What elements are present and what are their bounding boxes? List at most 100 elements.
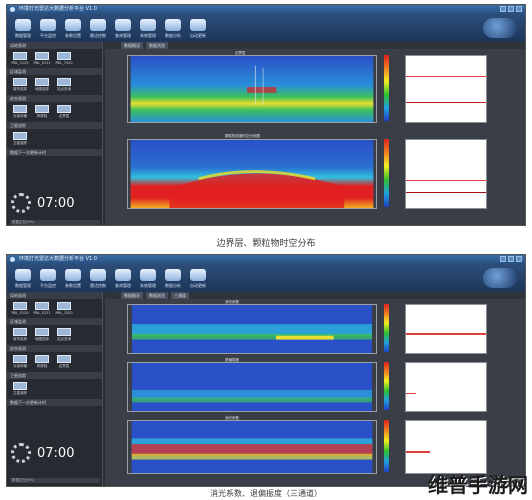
heatmap-extinction — [127, 304, 377, 354]
satellite-icon — [13, 132, 27, 140]
toolbar-radar-button[interactable]: 雷达控制 — [88, 267, 108, 292]
boundary-layer-button[interactable]: 边界层 — [55, 105, 73, 119]
pbl-5231-button[interactable]: PBL_5231 — [33, 302, 51, 315]
profile-plot — [405, 304, 487, 354]
section-title: 卫星追踪 — [7, 122, 102, 129]
tab-overview[interactable]: 数据概况 — [121, 42, 143, 49]
tab-overview[interactable]: 数据概况 — [121, 292, 143, 299]
toolbar-system-button[interactable]: 系统管理 — [138, 267, 158, 292]
app-window-bottom: 环境灯光雷达大数据分析平台 V1.0 数据管理 平台监控 参数设置 雷达控制 查… — [6, 254, 526, 487]
document-icon — [165, 19, 181, 31]
grid-icon — [190, 19, 206, 31]
gauge-icon — [140, 19, 156, 31]
profile-plot — [405, 420, 487, 474]
toolbar-settings-button[interactable]: 参数设置 — [63, 17, 83, 42]
heatmap-depolarization — [127, 362, 377, 412]
toolbar-update-button[interactable]: 自动更新 — [188, 267, 208, 292]
app-window-top: 环境灯光雷达大数据分析平台 V1.0 数据管理 平台监控 参数设置 雷达控制 查… — [6, 4, 526, 226]
map-select-button[interactable]: 地图选择 — [33, 78, 51, 92]
toolbar-settings-button[interactable]: 参数设置 — [63, 267, 83, 292]
map-icon — [35, 328, 49, 336]
minimize-button[interactable] — [500, 6, 506, 12]
maximize-button[interactable] — [508, 6, 514, 12]
window-title: 环境灯光雷达大数据分析平台 V1.0 — [19, 256, 97, 262]
toolbar-system-button[interactable]: 系统管理 — [138, 17, 158, 42]
close-button[interactable] — [516, 256, 522, 262]
pbl-7020-button[interactable]: PBL_7020 — [55, 52, 73, 65]
satellite-button[interactable]: 卫星追踪 — [11, 132, 29, 146]
map-select-button[interactable]: 地图选择 — [33, 328, 51, 342]
tab-browse[interactable]: 数据浏览 — [146, 292, 168, 299]
plot-icon — [13, 302, 27, 310]
section-title: 局地观测 — [7, 292, 102, 299]
clock-time: 07:00 — [37, 195, 75, 211]
profile-line — [406, 451, 430, 453]
spinner-icon — [11, 443, 31, 463]
wind-profile-button[interactable]: 风廓线 — [33, 355, 51, 369]
brand-logo — [483, 18, 517, 38]
window-title: 环境灯光雷达大数据分析平台 V1.0 — [19, 6, 97, 12]
chart-icon — [35, 105, 49, 113]
toolbar-data-manage-button[interactable]: 数据管理 — [13, 17, 33, 42]
profile-line — [406, 180, 486, 181]
colorbar — [384, 55, 389, 121]
tab-three-channel[interactable]: 三通道 — [171, 292, 189, 299]
clock-label: 数据下一次更新计时 — [7, 149, 102, 156]
document-icon — [165, 269, 181, 281]
toolbar-analysis-button[interactable]: 数据分析 — [163, 17, 183, 42]
transport-button[interactable]: 污染传输 — [11, 355, 29, 369]
section-title: 区域监测 — [7, 68, 102, 75]
wind-profile-button[interactable]: 风廓线 — [33, 105, 51, 119]
map-icon — [57, 328, 71, 336]
cloud-icon — [115, 19, 131, 31]
monitor-icon — [40, 269, 56, 281]
toolbar-monitor-button[interactable]: 平台监控 — [38, 17, 58, 42]
app-icon — [10, 257, 15, 262]
close-button[interactable] — [516, 6, 522, 12]
section-title: 综合观测 — [7, 345, 102, 352]
profile-plot — [405, 55, 487, 123]
status-bar: 数据正在(6%) — [10, 220, 100, 225]
satellite-button[interactable]: 卫星追踪 — [11, 382, 29, 396]
pbl-5125-button[interactable]: PBL_5125 — [11, 52, 29, 65]
gauge-icon — [140, 269, 156, 281]
station-query-button[interactable]: 站点查询 — [55, 78, 73, 92]
city-select-button[interactable]: 城市选择 — [11, 78, 29, 92]
map-icon — [57, 78, 71, 86]
boundary-layer-button[interactable]: 边界层 — [55, 355, 73, 369]
tab-browse[interactable]: 数据浏览 — [146, 42, 168, 49]
toolbar-update-button[interactable]: 自动更新 — [188, 17, 208, 42]
caption-top: 边界层、颗粒物时空分布 — [216, 239, 316, 249]
toolbar-radar-button[interactable]: 雷达控制 — [88, 17, 108, 42]
profile-plot — [405, 362, 487, 412]
colorbar — [384, 420, 389, 472]
chart-icon — [57, 105, 71, 113]
cloud-icon — [15, 19, 31, 31]
station-query-button[interactable]: 站点查询 — [55, 328, 73, 342]
plot-icon — [57, 52, 71, 60]
minimize-button[interactable] — [500, 256, 506, 262]
city-select-button[interactable]: 城市选择 — [11, 328, 29, 342]
pbl-5125-button[interactable]: PBL_5125 — [11, 302, 29, 315]
brand-logo — [483, 268, 517, 288]
pbl-5231-button[interactable]: PBL_5231 — [33, 52, 51, 65]
heatmap-particulate — [127, 139, 377, 209]
pbl-7020-button[interactable]: PBL_7020 — [55, 302, 73, 315]
update-clock: 07:00 — [11, 438, 99, 468]
section-title: 局地观测 — [7, 42, 102, 49]
grid-icon — [190, 269, 206, 281]
maximize-button[interactable] — [508, 256, 514, 262]
toolbar-data-manage-button[interactable]: 数据管理 — [13, 267, 33, 292]
profile-line — [406, 76, 486, 77]
chart-panel: 数据概况 数据浏览 边界层 颗粒物浓度时空分布图 — [105, 42, 525, 225]
chart-panel: 数据概况 数据浏览 三通道 消光系数 退偏振度 消光系数 — [105, 292, 525, 486]
chart-icon — [13, 105, 27, 113]
toolbar-monitor-button[interactable]: 平台监控 — [38, 267, 58, 292]
toolbar-analysis-button[interactable]: 数据分析 — [163, 267, 183, 292]
profile-line — [406, 333, 486, 335]
toolbar-query-button[interactable]: 查询管理 — [113, 17, 133, 42]
satellite-icon — [13, 382, 27, 390]
toolbar-query-button[interactable]: 查询管理 — [113, 267, 133, 292]
transport-button[interactable]: 污染传输 — [11, 105, 29, 119]
profile-line — [406, 393, 416, 394]
